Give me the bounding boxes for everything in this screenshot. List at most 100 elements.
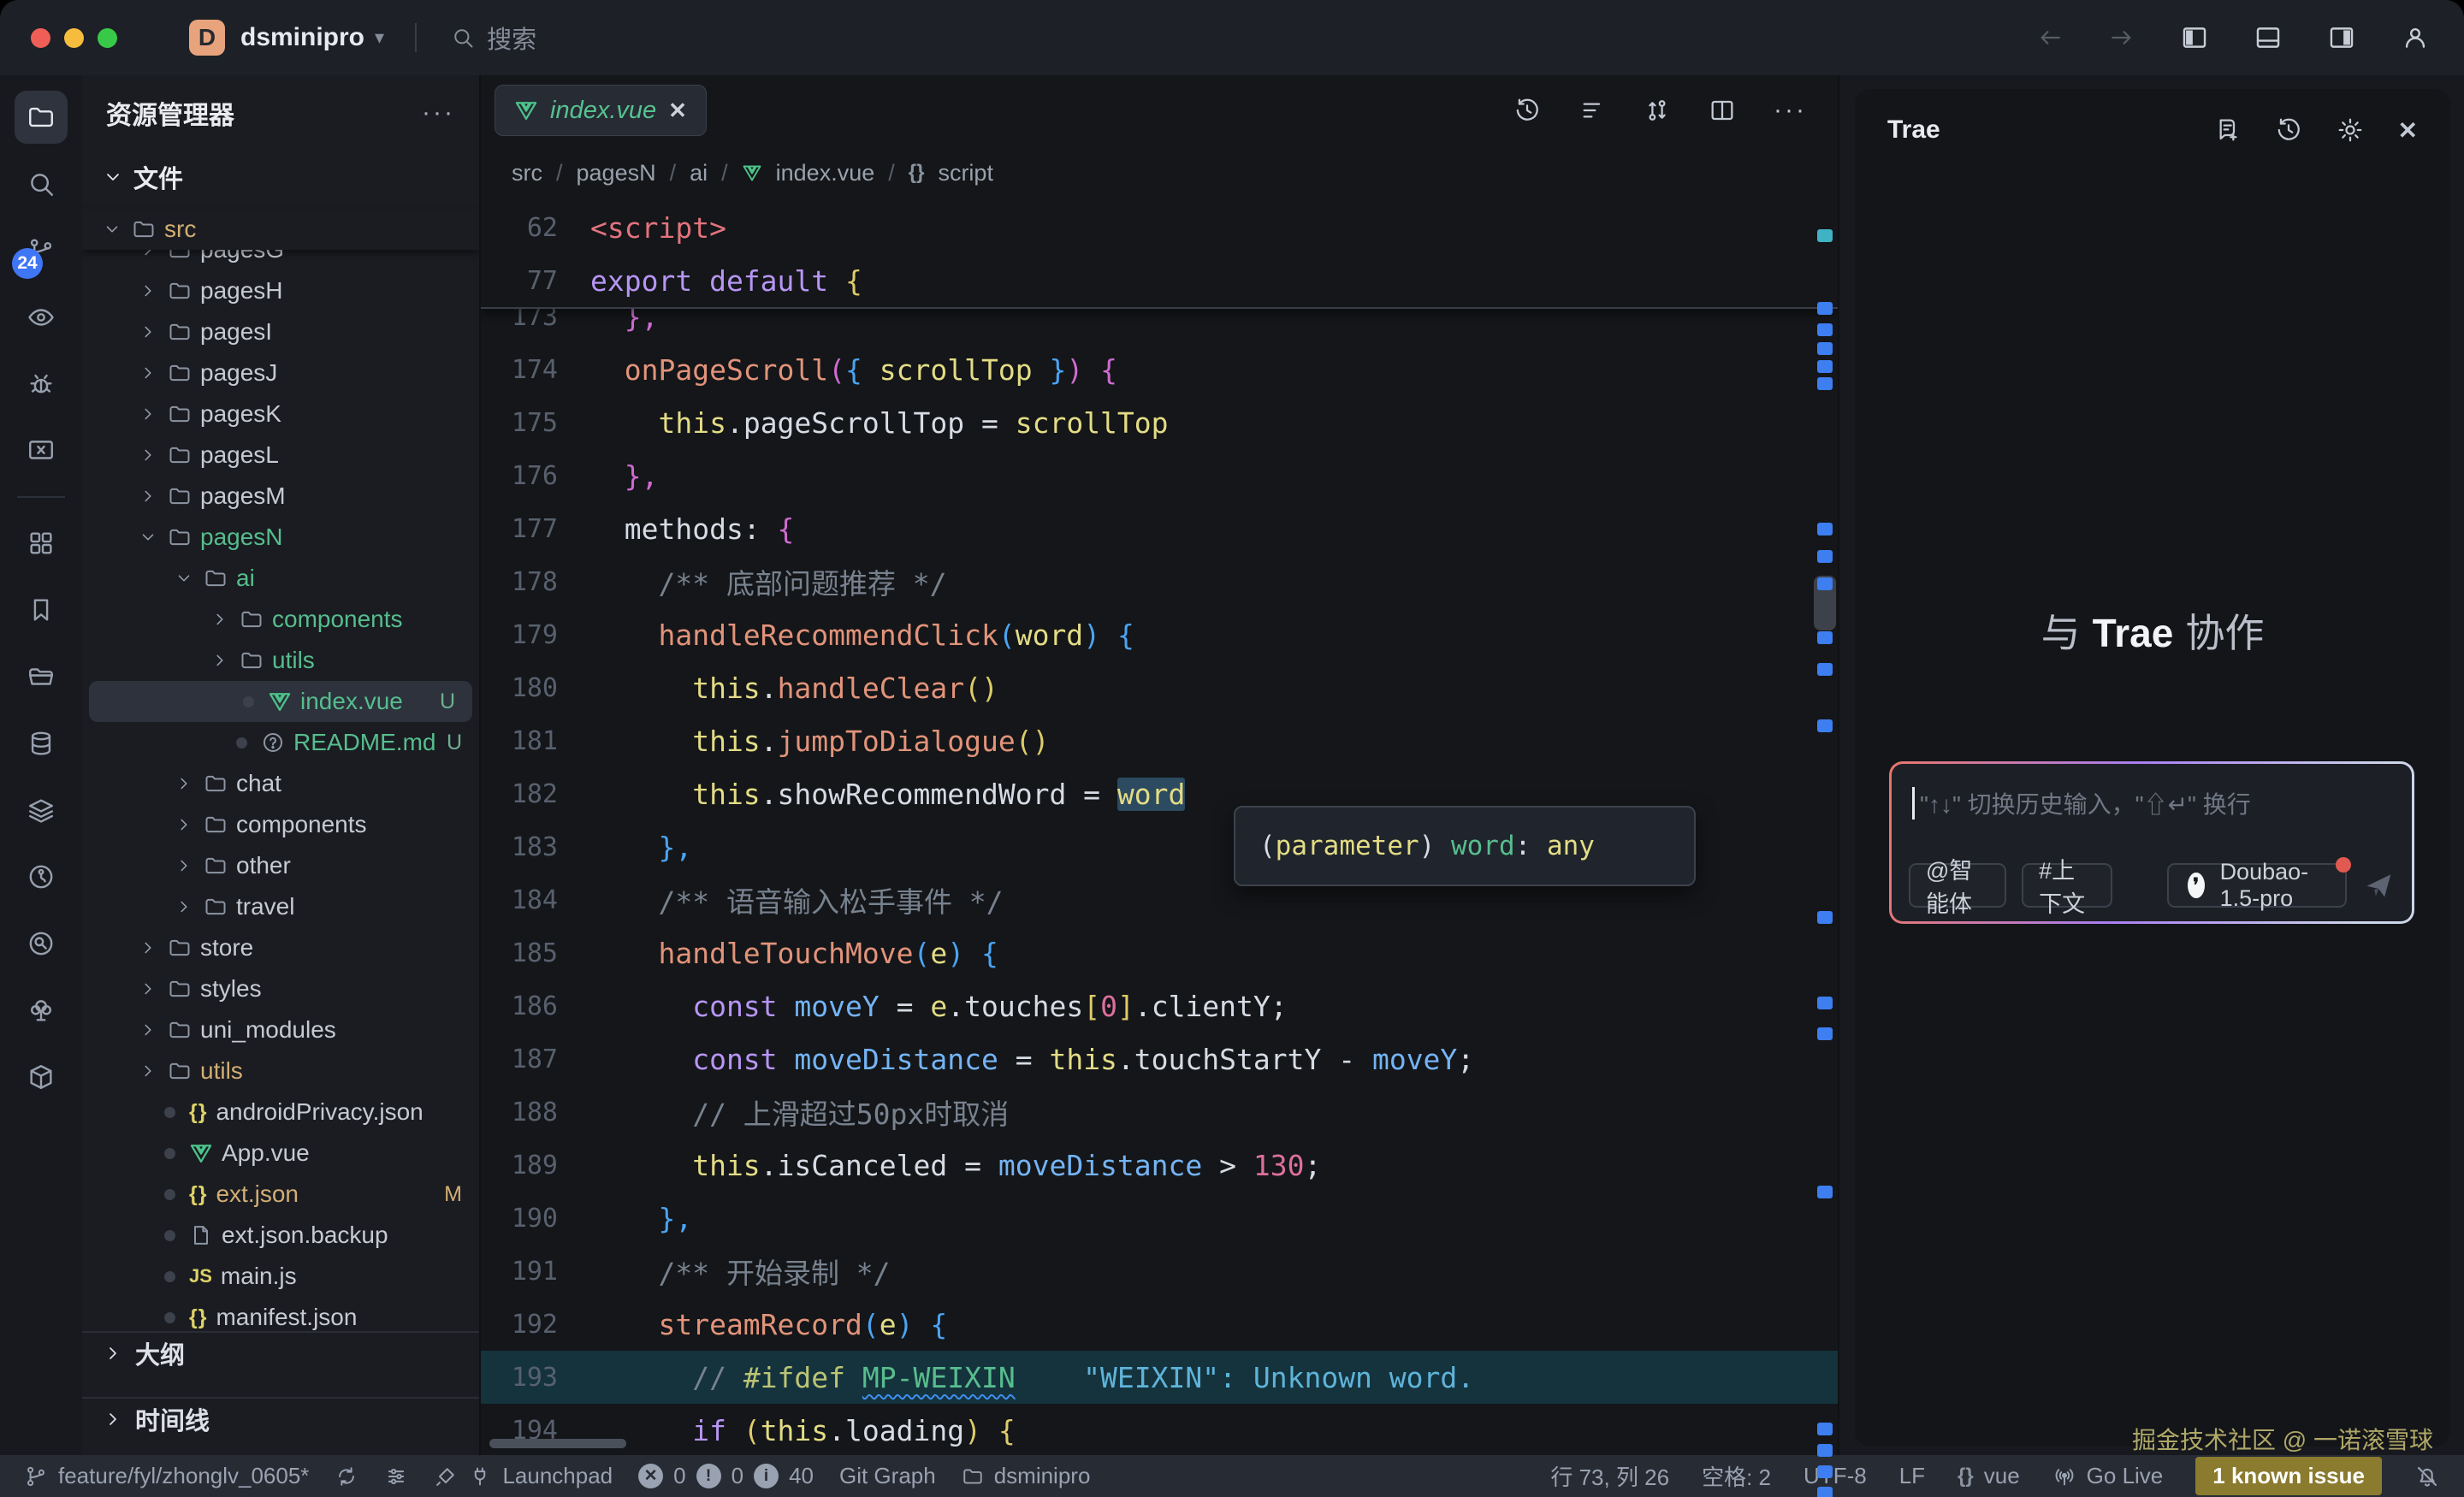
tree-item-pagesH[interactable]: pagesH xyxy=(82,270,479,311)
chevron-right-icon[interactable] xyxy=(139,364,164,382)
code-line-179[interactable]: 179 handleRecommendClick(word) { xyxy=(481,608,1838,661)
close-panel-icon[interactable]: ✕ xyxy=(2398,116,2418,145)
language-mode-item[interactable]: {﻿} vue xyxy=(1958,1463,2020,1489)
chevron-right-icon[interactable] xyxy=(175,774,200,793)
indent-item[interactable]: 空格: 2 xyxy=(1702,1460,1771,1492)
chevron-right-icon[interactable] xyxy=(139,1062,164,1080)
activity-item-layers[interactable] xyxy=(0,777,82,843)
activity-item-source-control[interactable]: 24 xyxy=(0,217,82,284)
chevron-right-icon[interactable] xyxy=(210,651,236,670)
code-line-181[interactable]: 181 this.jumpToDialogue() xyxy=(481,714,1838,767)
bell-off-icon[interactable] xyxy=(2414,1464,2440,1489)
tree-item-pagesM[interactable]: pagesM xyxy=(82,476,479,517)
breadcrumb-item-ai[interactable]: ai xyxy=(690,160,708,186)
activity-item-debug[interactable] xyxy=(0,351,82,417)
chevron-down-icon[interactable]: ▾ xyxy=(375,27,384,49)
tree-item-other[interactable]: other xyxy=(82,845,479,886)
project-title[interactable]: dsminipro xyxy=(240,23,364,52)
chevron-right-icon[interactable] xyxy=(139,487,164,506)
code-line-187[interactable]: 187 const moveDistance = this.touchStart… xyxy=(481,1033,1838,1086)
chevron-right-icon[interactable] xyxy=(175,856,200,875)
tree-item-travel[interactable]: travel xyxy=(82,886,479,927)
outline-section[interactable]: 大纲 xyxy=(82,1331,479,1374)
code-line-176[interactable]: 176 }, xyxy=(481,449,1838,502)
git-branch-item[interactable]: feature/fyl/zhonglv_0605* xyxy=(24,1463,309,1489)
tree-item-pagesI[interactable]: pagesI xyxy=(82,311,479,352)
code-line-192[interactable]: 192 streamRecord(e) { xyxy=(481,1298,1838,1351)
tree-item-utils[interactable]: utils xyxy=(82,640,479,681)
tree-item-androidPrivacy.json[interactable]: {﻿}androidPrivacy.json xyxy=(82,1092,479,1133)
model-selector[interactable]: ❜ Doubao-1.5-pro xyxy=(2167,863,2347,908)
tree-item-ext.json.backup[interactable]: ext.json.backup xyxy=(82,1215,479,1256)
chevron-right-icon[interactable] xyxy=(139,322,164,341)
toggle-bottom-panel-icon[interactable] xyxy=(2254,23,2283,52)
activity-item-folders[interactable] xyxy=(0,643,82,710)
code-line-194[interactable]: 194 if (this.loading) { xyxy=(481,1404,1838,1455)
known-issue-badge[interactable]: 1 known issue xyxy=(2195,1457,2382,1495)
activity-item-search[interactable] xyxy=(0,151,82,217)
toggle-left-panel-icon[interactable] xyxy=(2180,23,2209,52)
agent-chip[interactable]: @智能体 xyxy=(1909,863,2006,908)
tab-close-icon[interactable]: ✕ xyxy=(668,98,687,124)
code-area[interactable]: 62<script>77export default { 173 },174 o… xyxy=(481,201,1838,1455)
close-window-button[interactable] xyxy=(31,28,50,48)
code-line-188[interactable]: 188 // 上滑超过50px时取消 xyxy=(481,1086,1838,1139)
breadcrumb-item-src[interactable]: src xyxy=(512,160,542,186)
tree-item-README.md[interactable]: README.mdU xyxy=(82,722,479,763)
tree-item-pagesN[interactable]: pagesN xyxy=(82,517,479,558)
tree-item-pagesL[interactable]: pagesL xyxy=(82,435,479,476)
tree-item-ai[interactable]: ai xyxy=(82,558,479,599)
tree-item-pagesJ[interactable]: pagesJ xyxy=(82,352,479,393)
chat-history-icon[interactable] xyxy=(2275,116,2302,144)
account-icon[interactable] xyxy=(2401,23,2430,52)
chevron-right-icon[interactable] xyxy=(139,938,164,957)
chevron-right-icon[interactable] xyxy=(139,979,164,998)
code-line-189[interactable]: 189 this.isCanceled = moveDistance > 130… xyxy=(481,1139,1838,1192)
breadcrumb-item-pagesN[interactable]: pagesN xyxy=(577,160,656,186)
tab-index-vue[interactable]: index.vue ✕ xyxy=(495,85,707,136)
code-line-62[interactable]: 62<script> xyxy=(481,201,1838,254)
editor-more-icon[interactable]: ··· xyxy=(1774,96,1807,125)
tune-icon[interactable] xyxy=(384,1464,408,1488)
chevron-right-icon[interactable] xyxy=(175,897,200,916)
settings-gear-icon[interactable] xyxy=(2337,116,2364,144)
tree-item-components[interactable]: components xyxy=(82,599,479,640)
activity-item-database[interactable] xyxy=(0,710,82,777)
maximize-window-button[interactable] xyxy=(98,28,117,48)
new-chat-icon[interactable] xyxy=(2213,116,2241,144)
context-chip[interactable]: #上下文 xyxy=(2022,863,2112,908)
breadcrumb-item-index.vue[interactable]: index.vue xyxy=(776,160,875,186)
activity-item-package[interactable] xyxy=(0,1044,82,1110)
activity-item-monitor-x[interactable] xyxy=(0,417,82,484)
chevron-right-icon[interactable] xyxy=(139,1021,164,1039)
nav-back-icon[interactable] xyxy=(2036,24,2064,51)
chevron-right-icon[interactable] xyxy=(139,446,164,464)
horizontal-scrollbar[interactable] xyxy=(489,1439,626,1448)
code-line-180[interactable]: 180 this.handleClear() xyxy=(481,661,1838,714)
cursor-position-item[interactable]: 行 73, 列 26 xyxy=(1550,1460,1669,1492)
chat-input[interactable]: "↑↓" 切换历史输入，"⇧↵" 换行 @智能体 #上下文 ❜ Doubao-1… xyxy=(1889,761,2414,924)
activity-item-extensions[interactable] xyxy=(0,510,82,577)
tree-item-main.js[interactable]: JSmain.js xyxy=(82,1256,479,1297)
breadcrumb[interactable]: src/pagesN/ai/index.vue/{﻿}script xyxy=(481,145,1838,200)
send-icon[interactable] xyxy=(2362,869,2395,902)
eol-item[interactable]: LF xyxy=(1899,1463,1925,1489)
code-line-186[interactable]: 186 const moveY = e.touches[0].clientY; xyxy=(481,979,1838,1033)
tree-item-App.vue[interactable]: App.vue xyxy=(82,1133,479,1174)
code-line-177[interactable]: 177 methods: { xyxy=(481,502,1838,555)
code-line-191[interactable]: 191 /** 开始录制 */ xyxy=(481,1245,1838,1298)
chevron-down-icon[interactable] xyxy=(175,569,200,588)
activity-item-bookmark[interactable] xyxy=(0,577,82,643)
tree-item-pagesK[interactable]: pagesK xyxy=(82,393,479,435)
compare-changes-icon[interactable] xyxy=(1644,97,1671,124)
sync-icon[interactable] xyxy=(335,1464,358,1488)
files-section-header[interactable]: 文件 xyxy=(82,157,479,198)
minimize-window-button[interactable] xyxy=(64,28,84,48)
chevron-right-icon[interactable] xyxy=(139,405,164,423)
problems-item[interactable]: ✕0 !0 i40 xyxy=(638,1463,814,1489)
code-line-178[interactable]: 178 /** 底部问题推荐 */ xyxy=(481,555,1838,608)
code-line-193[interactable]: 193 // #ifdef MP-WEIXIN "WEIXIN": Unknow… xyxy=(481,1351,1838,1404)
chevron-right-icon[interactable] xyxy=(210,610,236,629)
project-status-item[interactable]: dsminipro xyxy=(962,1463,1091,1489)
nav-forward-icon[interactable] xyxy=(2108,24,2135,51)
